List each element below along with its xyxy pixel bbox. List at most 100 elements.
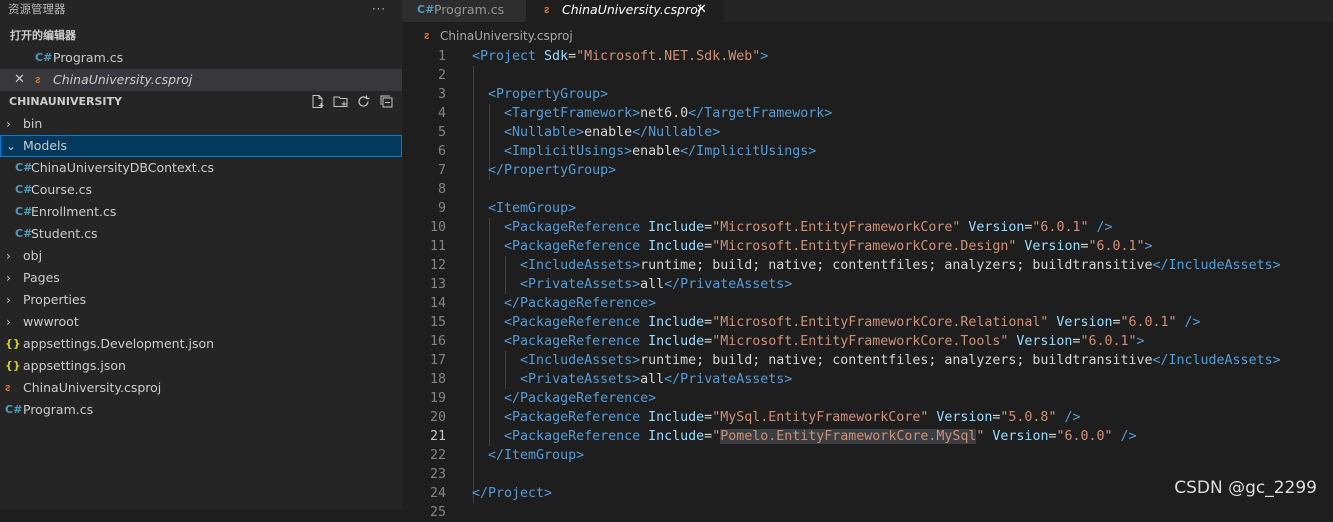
open-editor-label: ChinaUniversity.csproj <box>53 72 193 87</box>
tree-file[interactable]: {} appsettings.json <box>0 355 402 377</box>
code-token: </IncludeAssets> <box>1152 258 1281 273</box>
code-editor[interactable]: 1 <Project Sdk="Microsoft.NET.Sdk.Web"> 2 3… <box>402 47 1333 520</box>
watermark: CSDN @gc_2299 <box>1174 478 1317 498</box>
code-token: "Microsoft.NET.Sdk.Web" <box>576 49 761 64</box>
code-token: > <box>760 49 769 64</box>
code-text: <TargetFramework>net6.0</TargetFramework… <box>472 104 832 123</box>
code-token: > <box>1136 334 1145 349</box>
code-text: </Project> <box>472 484 552 503</box>
tab-chinauniversity-csproj[interactable]: ᴤ ChinaUniversity.csproj ✕ <box>526 0 724 22</box>
code-text: <PropertyGroup> <box>472 85 608 104</box>
code-text: </PackageReference> <box>472 294 656 313</box>
close-icon[interactable]: ✕ <box>696 0 707 20</box>
code-token: <PackageReference <box>504 220 641 235</box>
line-number: 4 <box>437 106 446 121</box>
more-actions-icon[interactable]: ··· <box>372 0 386 19</box>
close-icon[interactable]: ✕ <box>14 69 25 91</box>
line-number: 13 <box>429 277 446 292</box>
code-token: <IncludeAssets> <box>520 353 641 368</box>
code-token: Include <box>640 315 705 330</box>
code-text: </PackageReference> <box>472 389 656 408</box>
line-number: 18 <box>429 372 446 387</box>
code-token: <ImplicitUsings> <box>504 144 633 159</box>
tab-program-cs[interactable]: C# Program.cs <box>402 0 526 22</box>
csharp-file-icon: C# <box>35 51 53 64</box>
tree-folder-wwwroot[interactable]: › wwwroot <box>0 311 402 333</box>
explorer-title: 资源管理器 <box>8 2 66 16</box>
tree-folder-obj[interactable]: › obj <box>0 245 402 267</box>
code-token: </PackageReference> <box>504 296 657 311</box>
code-token: = <box>704 239 713 254</box>
folder-label: obj <box>23 248 43 263</box>
code-token: <IncludeAssets> <box>520 258 641 273</box>
code-text: <PackageReference Include="Microsoft.Ent… <box>472 332 1145 351</box>
code-token: = <box>704 429 713 444</box>
collapse-all-icon[interactable] <box>379 94 394 109</box>
code-token: <PackageReference <box>504 334 641 349</box>
code-token: <Project <box>472 49 537 64</box>
tree-file[interactable]: {} appsettings.Development.json <box>0 333 402 355</box>
rss-file-icon: ᴤ <box>424 29 430 42</box>
chevron-right-icon: › <box>6 315 11 329</box>
rss-file-icon: ᴤ <box>544 3 550 16</box>
code-text: <PrivateAssets>all</PrivateAssets> <box>472 275 792 294</box>
code-token: = <box>704 315 713 330</box>
open-editor-item-active[interactable]: ✕ ᴤ ChinaUniversity.csproj <box>0 69 402 91</box>
code-token: "6.0.1" <box>1120 315 1177 330</box>
code-text: <PackageReference Include="Microsoft.Ent… <box>472 313 1201 332</box>
csharp-file-icon: C# <box>417 3 435 16</box>
code-token: all <box>640 372 665 387</box>
tree-file[interactable]: ᴤ ChinaUniversity.csproj <box>0 377 402 399</box>
refresh-icon[interactable] <box>356 94 371 109</box>
code-token: Version <box>960 220 1025 235</box>
file-label: Enrollment.cs <box>31 204 117 219</box>
csharp-file-icon: C# <box>15 227 33 240</box>
folder-label: Models <box>23 138 68 153</box>
code-token: = <box>704 410 713 425</box>
code-token: <PackageReference <box>504 429 641 444</box>
tree-file[interactable]: C# Program.cs <box>0 399 402 421</box>
code-token: /> <box>1056 410 1081 425</box>
line-number: 24 <box>429 486 446 501</box>
code-token: enable <box>632 144 681 159</box>
code-token: > <box>1144 239 1153 254</box>
tree-folder-models[interactable]: ⌄ Models <box>0 135 402 157</box>
project-section-header[interactable]: CHINAUNIVERSITY <box>0 91 402 113</box>
code-token: Version <box>1016 239 1081 254</box>
project-actions <box>310 94 394 109</box>
line-number: 7 <box>437 163 446 178</box>
file-label: Program.cs <box>23 402 94 417</box>
open-editor-item[interactable]: C# Program.cs <box>0 47 402 69</box>
code-token: </IncludeAssets> <box>1152 353 1281 368</box>
code-token: net6.0 <box>640 106 689 121</box>
file-label: Student.cs <box>31 226 98 241</box>
new-file-icon[interactable] <box>310 94 325 109</box>
code-token: enable <box>584 125 633 140</box>
new-folder-icon[interactable] <box>333 94 348 109</box>
open-editors-section[interactable]: 打开的编辑器 <box>0 25 402 47</box>
line-number: 25 <box>429 505 446 520</box>
code-text: <PackageReference Include="Microsoft.Ent… <box>472 218 1112 237</box>
tree-file[interactable]: C# Student.cs <box>0 223 402 245</box>
code-token: Include <box>640 410 705 425</box>
code-text: <ItemGroup> <box>472 199 576 218</box>
tree-file[interactable]: C# Course.cs <box>0 179 402 201</box>
open-editor-label: Program.cs <box>53 50 124 65</box>
tree-folder-pages[interactable]: › Pages <box>0 267 402 289</box>
editor-tab-bar: C# Program.cs ᴤ ChinaUniversity.csproj ✕ <box>402 0 1333 22</box>
code-token: <PropertyGroup> <box>488 87 609 102</box>
tree-folder-properties[interactable]: › Properties <box>0 289 402 311</box>
code-token: Include <box>640 239 705 254</box>
tree-file[interactable]: C# ChinaUniversityDBContext.cs <box>0 157 402 179</box>
tab-label: ChinaUniversity.csproj <box>562 2 702 17</box>
tree-folder-bin[interactable]: › bin <box>0 113 402 135</box>
code-token: /> <box>1176 315 1201 330</box>
folder-label: wwwroot <box>23 314 79 329</box>
csharp-file-icon: C# <box>15 161 33 174</box>
code-token: all <box>640 277 665 292</box>
tree-file[interactable]: C# Enrollment.cs <box>0 201 402 223</box>
